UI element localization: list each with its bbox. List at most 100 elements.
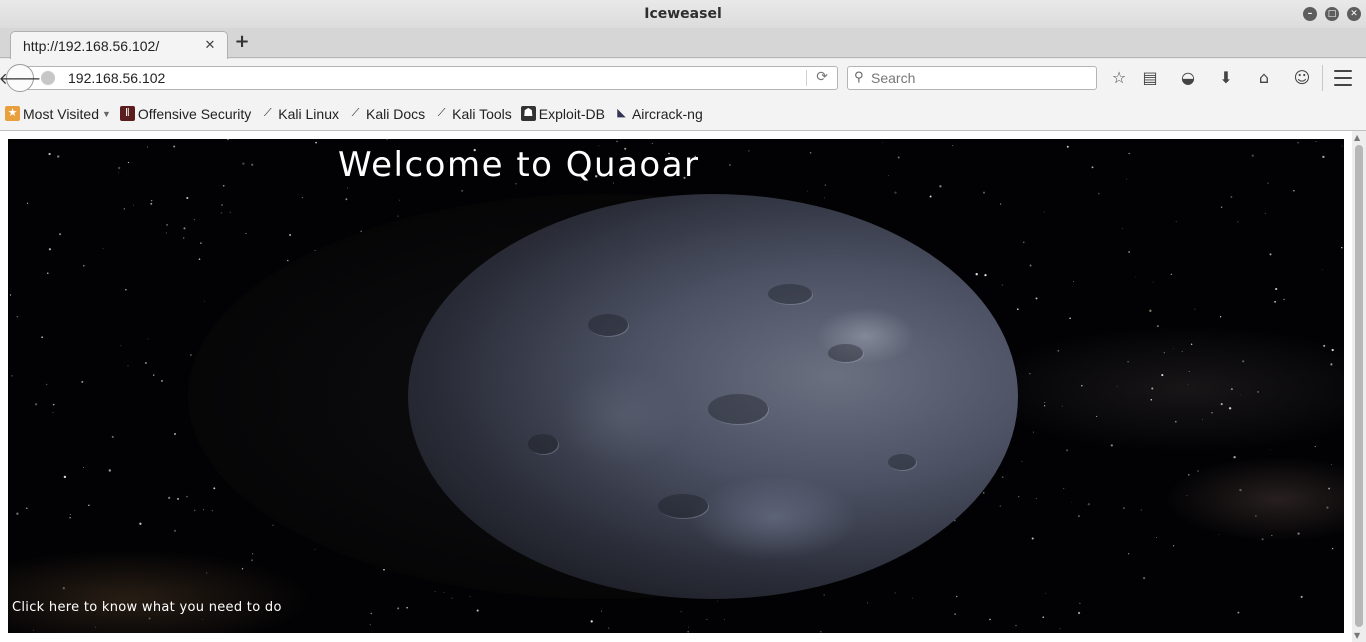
back-button[interactable]: 🡐: [0, 64, 41, 92]
star: [1156, 537, 1157, 538]
bookmark-most-visited[interactable]: ★ Most Visited ▼: [5, 106, 111, 122]
star: [1080, 384, 1083, 387]
bookmark-offensive-security[interactable]: ‖ Offensive Security: [119, 106, 251, 122]
scroll-up-icon[interactable]: ▲: [1354, 133, 1360, 142]
close-icon[interactable]: ✕: [1347, 7, 1361, 21]
star: [1270, 449, 1272, 451]
star: [748, 150, 750, 152]
pocket-icon[interactable]: ◒: [1177, 67, 1199, 89]
star: [1127, 553, 1130, 555]
reload-icon[interactable]: ⟳: [816, 69, 828, 85]
star: [52, 412, 54, 414]
url-separator: [806, 70, 807, 86]
bookmark-kali-docs[interactable]: ⟋ Kali Docs: [348, 106, 426, 122]
star: [955, 595, 958, 598]
star: [245, 232, 247, 234]
downloads-icon[interactable]: ⬇: [1215, 67, 1237, 89]
star: [83, 265, 85, 267]
star: [1143, 577, 1146, 580]
star: [251, 559, 254, 562]
star: [1151, 387, 1154, 390]
star: [601, 610, 602, 612]
star: [1152, 281, 1154, 283]
star: [1043, 211, 1045, 213]
star: [1029, 372, 1031, 375]
tab-close-icon[interactable]: ✕: [203, 38, 217, 53]
star: [1029, 264, 1032, 267]
star: [1251, 154, 1254, 157]
scroll-down-icon[interactable]: ▼: [1354, 631, 1360, 640]
star: [451, 597, 453, 599]
star: [1275, 287, 1278, 291]
star: [1297, 532, 1300, 535]
reading-list-icon[interactable]: ▤: [1139, 67, 1161, 89]
star: [887, 175, 889, 176]
star: [220, 212, 222, 214]
star: [173, 432, 177, 436]
star: [386, 139, 388, 140]
star: [1314, 446, 1316, 448]
star: [1057, 349, 1060, 352]
chevron-down-icon: ▼: [102, 108, 111, 119]
star: [111, 435, 114, 438]
hero-image: Welcome to Quaoar Click here to know wha…: [8, 139, 1344, 633]
star: [1127, 361, 1129, 363]
bookmark-kali-linux[interactable]: ⟋ Kali Linux: [260, 106, 339, 122]
star: [186, 495, 188, 498]
star: [820, 630, 822, 633]
star: [1239, 394, 1241, 396]
chat-icon[interactable]: ☺: [1291, 67, 1313, 89]
offensive-security-icon: ‖: [119, 106, 135, 121]
star: [1255, 515, 1257, 517]
star: [1330, 464, 1332, 465]
search-input[interactable]: [871, 69, 1091, 87]
bookmark-kali-tools[interactable]: ⟋ Kali Tools: [434, 106, 512, 122]
bookmark-aircrack-ng[interactable]: ◣ Aircrack-ng: [614, 106, 703, 122]
minimize-icon[interactable]: –: [1303, 7, 1317, 21]
star: [83, 467, 84, 469]
new-tab-icon[interactable]: +: [234, 33, 250, 51]
star: [954, 613, 956, 615]
search-bar[interactable]: ⚲: [847, 66, 1097, 90]
star: [1035, 297, 1038, 300]
star: [1173, 348, 1174, 350]
star: [824, 184, 827, 186]
site-identity-icon[interactable]: [41, 71, 55, 85]
window-titlebar: Iceweasel – □ ✕: [0, 0, 1366, 28]
star: [1269, 253, 1272, 256]
star: [1237, 611, 1240, 614]
star: [1267, 182, 1269, 184]
scrollbar-thumb[interactable]: [1355, 145, 1363, 627]
star: [729, 164, 731, 166]
url-bar[interactable]: 192.168.56.102 ⟳: [26, 66, 838, 90]
star: [46, 383, 48, 386]
tab-active[interactable]: http://192.168.56.102/ ✕: [10, 31, 228, 59]
star: [1330, 363, 1333, 366]
star: [939, 185, 942, 188]
star: [1283, 298, 1285, 301]
star: [383, 568, 385, 571]
home-icon[interactable]: ⌂: [1253, 67, 1275, 89]
star: [397, 215, 399, 217]
star: [69, 514, 71, 516]
star: [1002, 476, 1004, 478]
star: [469, 596, 471, 598]
star: [33, 629, 34, 631]
star: [881, 142, 883, 144]
star: [1128, 251, 1130, 253]
bookmark-label: Most Visited: [23, 105, 99, 122]
star: [1315, 141, 1317, 142]
vertical-scrollbar[interactable]: ▲ ▼: [1352, 131, 1366, 642]
bookmark-star-icon[interactable]: ☆: [1108, 67, 1130, 89]
star: [118, 172, 120, 174]
maximize-icon[interactable]: □: [1325, 7, 1339, 21]
star: [1079, 602, 1081, 604]
star: [1016, 308, 1019, 311]
star: [118, 166, 121, 170]
menu-icon[interactable]: [1334, 70, 1352, 86]
star: [1163, 352, 1165, 354]
url-text[interactable]: 192.168.56.102: [68, 70, 165, 86]
instructions-link[interactable]: Click here to know what you need to do: [12, 600, 282, 615]
star: [242, 162, 245, 165]
bookmark-exploit-db[interactable]: ☗ Exploit-DB: [520, 106, 605, 122]
